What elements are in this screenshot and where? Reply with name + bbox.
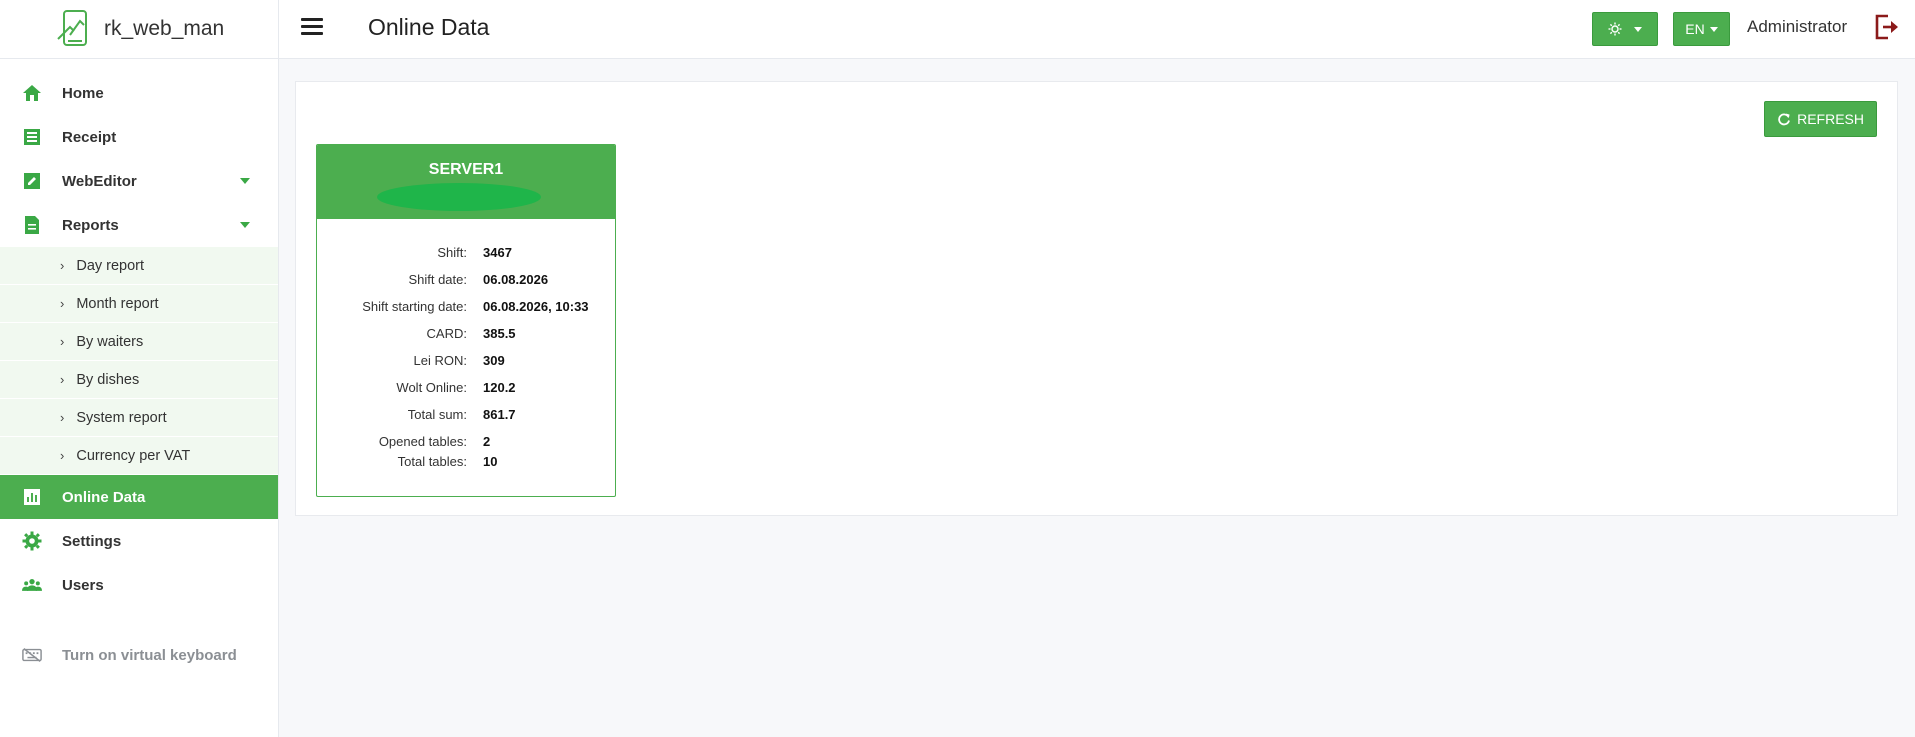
app-name: rk_web_man xyxy=(104,17,225,40)
sidebar-subitem-month-report[interactable]: › Month report xyxy=(0,285,278,323)
sun-icon xyxy=(1608,22,1622,36)
sidebar: rk_web_man Home Receipt WebEditor Report… xyxy=(0,0,279,737)
field-label: Shift starting date: xyxy=(362,299,467,314)
field-label: CARD: xyxy=(426,326,467,341)
field-row: Shift starting date: 06.08.2026, 10:33 xyxy=(317,293,615,320)
sidebar-item-reports[interactable]: Reports xyxy=(0,203,278,247)
user-name: Administrator xyxy=(1747,17,1848,36)
sidebar-item-online-data[interactable]: Online Data xyxy=(0,475,278,519)
chart-icon xyxy=(22,487,42,507)
field-value: 385.5 xyxy=(483,326,516,341)
field-label: Lei RON: xyxy=(413,353,467,368)
reports-icon xyxy=(22,215,42,235)
caret-down-icon xyxy=(240,222,250,228)
field-label: Shift date: xyxy=(408,272,467,287)
field-value: 3467 xyxy=(483,245,512,260)
gear-icon xyxy=(22,531,42,551)
chevron-right-icon: › xyxy=(60,334,65,349)
field-value: 120.2 xyxy=(483,380,516,395)
chevron-right-icon: › xyxy=(60,296,65,311)
sidebar-item-label: Settings xyxy=(62,532,122,550)
field-row: Shift: 3467 xyxy=(317,239,615,266)
theme-toggle-button[interactable] xyxy=(1592,12,1658,46)
sidebar-item-home[interactable]: Home xyxy=(0,71,278,115)
field-row: Total tables: 10 xyxy=(317,451,615,471)
language-dropdown[interactable]: EN xyxy=(1673,12,1730,46)
refresh-icon xyxy=(1778,113,1790,126)
sidebar-item-label: WebEditor xyxy=(62,172,137,190)
edit-icon xyxy=(22,171,42,191)
chevron-right-icon: › xyxy=(60,372,65,387)
virtual-keyboard-toggle[interactable]: Turn on virtual keyboard xyxy=(0,633,278,677)
chevron-right-icon: › xyxy=(60,448,65,463)
caret-down-icon xyxy=(1634,26,1642,32)
content-panel: REFRESH SERVER1 Shift: 3467 Shift date: … xyxy=(295,81,1898,516)
sidebar-subitem-day-report[interactable]: › Day report xyxy=(0,247,278,285)
field-label: Wolt Online: xyxy=(396,380,467,395)
page-title: Online Data xyxy=(368,14,490,40)
caret-down-icon xyxy=(240,178,250,184)
sidebar-subitem-by-waiters[interactable]: › By waiters xyxy=(0,323,278,361)
field-label: Shift: xyxy=(437,245,467,260)
sidebar-subitem-system-report[interactable]: › System report xyxy=(0,399,278,437)
field-row: Lei RON: 309 xyxy=(317,347,615,374)
sidebar-subitem-label: Day report xyxy=(76,257,145,274)
virtual-keyboard-label: Turn on virtual keyboard xyxy=(62,646,237,664)
field-row: Total sum: 861.7 xyxy=(317,401,615,428)
field-label: Total tables: xyxy=(397,453,467,469)
field-row: Opened tables: 2 xyxy=(317,431,615,451)
topbar: Online Data EN Administrator xyxy=(279,0,1915,59)
logout-icon[interactable] xyxy=(1872,12,1902,42)
brand[interactable]: rk_web_man xyxy=(0,0,278,59)
field-label: Opened tables: xyxy=(378,433,467,449)
field-value: 309 xyxy=(483,353,505,368)
refresh-button[interactable]: REFRESH xyxy=(1764,101,1877,137)
sidebar-item-users[interactable]: Users xyxy=(0,563,278,607)
server-card-body: Shift: 3467 Shift date: 06.08.2026 Shift… xyxy=(317,219,615,471)
field-label: Total sum: xyxy=(407,407,467,422)
sidebar-item-label: Receipt xyxy=(62,128,117,146)
sidebar-subitem-label: Month report xyxy=(76,295,159,312)
server-card-header: SERVER1 xyxy=(317,145,615,219)
field-value: 06.08.2026, 10:33 xyxy=(483,299,589,314)
field-value: 06.08.2026 xyxy=(483,272,549,287)
sidebar-subitem-currency-per-vat[interactable]: › Currency per VAT xyxy=(0,437,278,475)
users-icon xyxy=(22,575,42,595)
sidebar-subitem-label: Currency per VAT xyxy=(76,447,191,464)
field-row: Wolt Online: 120.2 xyxy=(317,374,615,401)
sidebar-item-label: Reports xyxy=(62,216,119,234)
server-card: SERVER1 Shift: 3467 Shift date: 06.08.20… xyxy=(316,144,616,497)
server-name: SERVER1 xyxy=(428,161,504,178)
redaction-blob xyxy=(377,183,541,211)
sidebar-item-webeditor[interactable]: WebEditor xyxy=(0,159,278,203)
field-value: 2 xyxy=(483,433,491,449)
sidebar-item-receipt[interactable]: Receipt xyxy=(0,115,278,159)
field-row: Shift date: 06.08.2026 xyxy=(317,266,615,293)
sidebar-item-label: Users xyxy=(62,576,104,594)
caret-down-icon xyxy=(1709,26,1718,32)
sidebar-subitem-label: By waiters xyxy=(76,333,144,350)
language-label: EN xyxy=(1685,21,1705,37)
field-row: CARD: 385.5 xyxy=(317,320,615,347)
sidebar-item-label: Online Data xyxy=(62,488,146,506)
sidebar-item-label: Home xyxy=(62,84,104,102)
home-icon xyxy=(22,83,42,103)
refresh-label: REFRESH xyxy=(1797,111,1864,127)
sidebar-subitem-by-dishes[interactable]: › By dishes xyxy=(0,361,278,399)
chevron-right-icon: › xyxy=(60,258,65,273)
field-value: 10 xyxy=(483,453,498,469)
sidebar-item-settings[interactable]: Settings xyxy=(0,519,278,563)
sidebar-subitem-label: By dishes xyxy=(76,371,140,388)
chevron-right-icon: › xyxy=(60,410,65,425)
field-value: 861.7 xyxy=(483,407,516,422)
keyboard-off-icon xyxy=(22,645,42,665)
logo-icon xyxy=(57,10,87,46)
sidebar-nav: Home Receipt WebEditor Reports › Day rep… xyxy=(0,71,278,677)
hamburger-menu-icon[interactable] xyxy=(301,18,323,38)
sidebar-subitem-label: System report xyxy=(76,409,167,426)
receipt-icon xyxy=(22,127,42,147)
